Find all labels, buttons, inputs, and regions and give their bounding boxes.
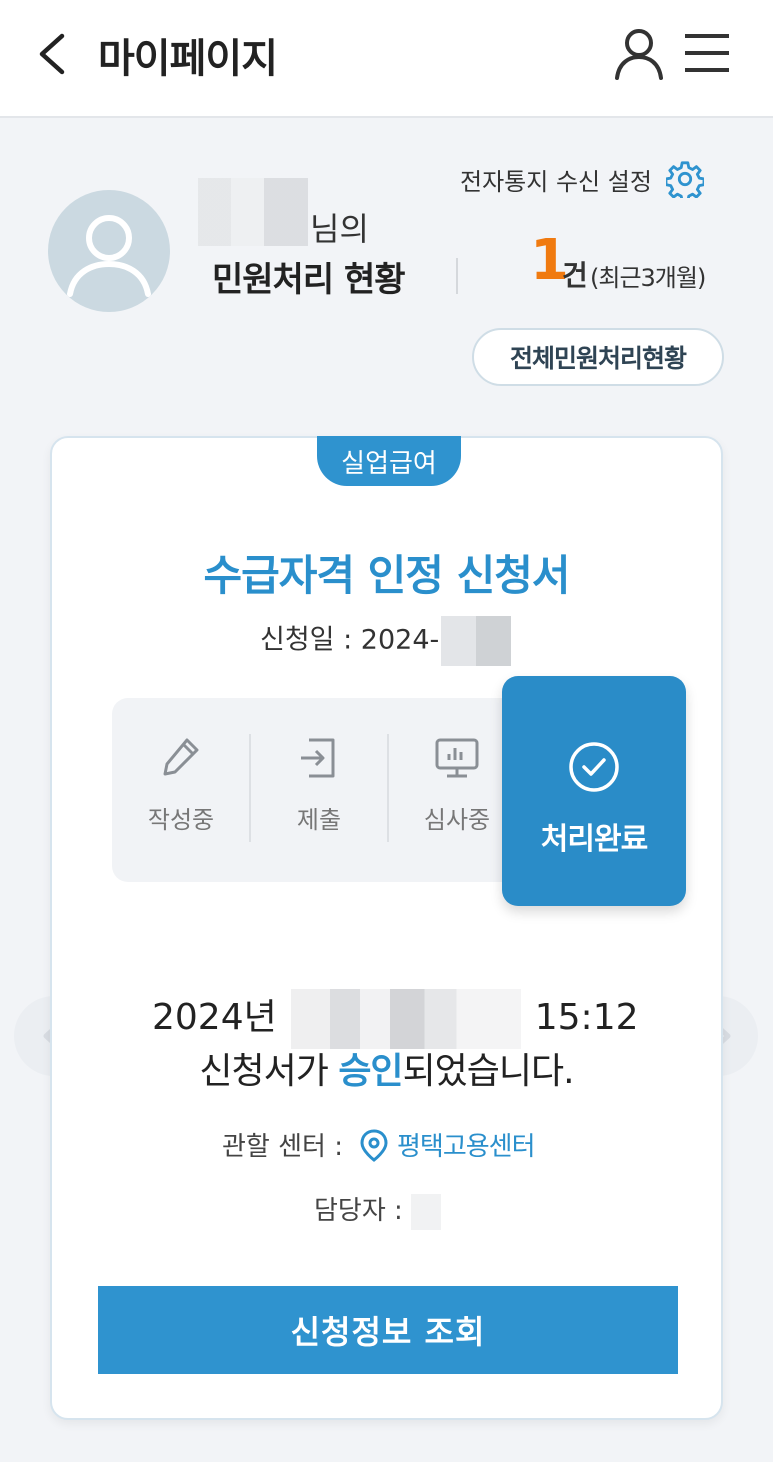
hamburger-menu-icon	[685, 34, 729, 72]
center-row: 관할 센터 : 평택고용센터	[222, 1126, 536, 1163]
manager-row: 담당자 :	[314, 1190, 442, 1230]
monitor-chart-icon	[435, 738, 479, 778]
default-user-icon	[67, 215, 151, 297]
user-button[interactable]	[612, 26, 666, 82]
page-title: 마이페이지	[98, 36, 278, 82]
user-icon	[615, 29, 663, 80]
step-submitted: 제출	[250, 734, 388, 846]
name-suffix: 님의	[310, 210, 369, 248]
user-name-masked	[198, 178, 308, 246]
location-pin-icon	[360, 1128, 388, 1162]
category-badge: 실업급여	[317, 436, 461, 486]
case-count-unit: 건	[562, 259, 588, 292]
application-card: 실업급여 수급자격 인정 신청서 신청일 : 2024- 작성중 제출 심사중 …	[50, 436, 723, 1420]
apply-date-masked	[441, 616, 512, 666]
status-divider	[456, 258, 458, 294]
result-date-masked	[290, 989, 521, 1049]
result-year: 2024년	[152, 997, 277, 1038]
notice-setting-link[interactable]: 전자통지 수신 설정	[460, 160, 704, 198]
apply-date-label: 신청일 : 2024-	[260, 624, 440, 656]
step-writing: 작성중	[112, 734, 250, 846]
manager-name-masked	[411, 1193, 442, 1230]
check-circle-icon	[569, 742, 619, 792]
menu-button[interactable]	[682, 30, 732, 76]
step-label: 처리완료	[540, 822, 648, 857]
result-msg-suffix: 되었습니다.	[402, 1051, 575, 1092]
document-title: 수급자격 인정 신청서	[203, 551, 570, 600]
result-msg-prefix: 신청서가	[199, 1051, 339, 1092]
apply-date: 신청일 : 2024-	[260, 616, 512, 666]
application-inquiry-button[interactable]: 신청정보 조회	[98, 1286, 678, 1374]
chevron-left-icon	[39, 33, 65, 75]
gear-icon	[665, 161, 704, 198]
step-label: 제출	[296, 806, 342, 834]
submit-arrow-icon	[301, 738, 335, 778]
status-title: 민원처리 현황	[212, 260, 406, 300]
case-count-note: (최근3개월)	[590, 264, 706, 292]
result-msg-highlight: 승인	[338, 1051, 403, 1092]
result-time: 15:12	[534, 997, 639, 1038]
avatar	[48, 190, 170, 312]
center-name-link[interactable]: 평택고용센터	[397, 1126, 536, 1163]
result-message: 신청서가 승인되었습니다.	[52, 1042, 721, 1094]
manager-label: 담당자 :	[314, 1196, 403, 1226]
all-status-button[interactable]: 전체민원처리현황	[472, 328, 724, 386]
pencil-icon	[163, 738, 199, 776]
back-button[interactable]	[30, 28, 74, 80]
notice-setting-label: 전자통지 수신 설정	[460, 167, 652, 196]
step-label: 작성중	[147, 806, 215, 834]
result-datetime: 2024년 15:12	[152, 988, 639, 1049]
app-header: 마이페이지	[0, 0, 773, 118]
step-completed: 처리완료	[502, 676, 686, 906]
center-label: 관할 센터 :	[222, 1132, 343, 1162]
